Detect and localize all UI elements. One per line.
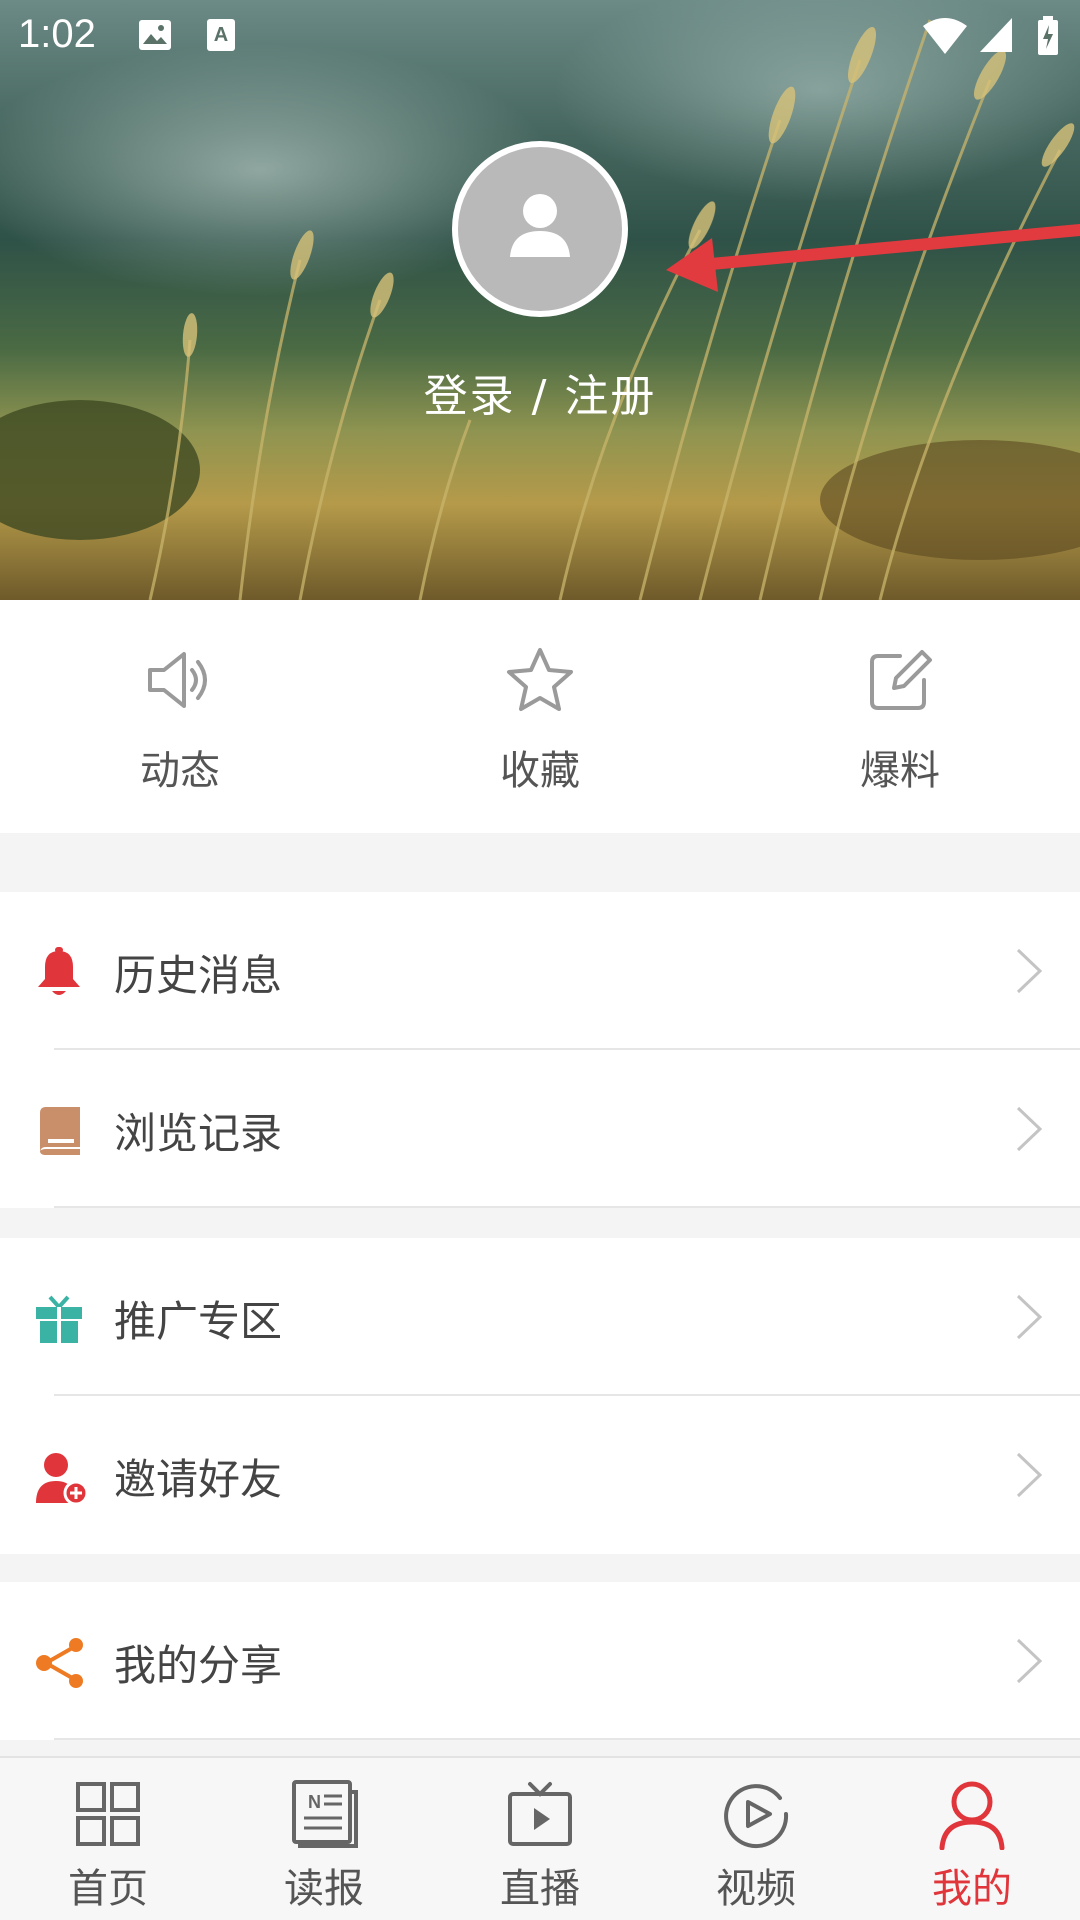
nav-tab-newspaper[interactable]: N 读报 <box>216 1758 432 1920</box>
menu-label: 邀请好友 <box>114 1455 283 1504</box>
nav-tab-live[interactable]: 直播 <box>432 1758 648 1920</box>
menu-item-browse-history[interactable]: 浏览记录 <box>0 1050 1080 1208</box>
menu-item-history-messages[interactable]: 历史消息 <box>0 892 1080 1050</box>
edit-icon <box>870 650 932 710</box>
menu-item-promotion-zone[interactable]: 推广专区 <box>0 1238 1080 1396</box>
speaker-icon <box>148 652 207 708</box>
nav-tab-video[interactable]: 视频 <box>648 1758 864 1920</box>
nav-label: 首页 <box>68 1866 148 1912</box>
nav-tab-home[interactable]: 首页 <box>0 1758 216 1920</box>
quick-action-label: 动态 <box>140 748 220 794</box>
grid-icon <box>76 1782 140 1846</box>
bell-icon <box>38 947 80 995</box>
book-icon <box>40 1107 80 1155</box>
menu-label: 我的分享 <box>114 1641 283 1690</box>
chevron-right-icon <box>1016 1106 1043 1152</box>
quick-actions: 动态 收藏 爆料 <box>0 600 1080 833</box>
nav-label: 读报 <box>284 1866 364 1912</box>
nav-tab-mine[interactable]: 我的 <box>864 1758 1080 1920</box>
menu-label: 推广专区 <box>114 1297 283 1346</box>
quick-action-report[interactable]: 爆料 <box>720 600 1080 833</box>
quick-action-favorites[interactable]: 收藏 <box>360 600 720 833</box>
nav-label: 直播 <box>500 1866 580 1912</box>
nav-label: 视频 <box>716 1866 796 1912</box>
svg-text:N: N <box>308 1792 321 1812</box>
star-icon <box>507 648 573 711</box>
newspaper-icon: N <box>292 1780 358 1848</box>
menu-label: 历史消息 <box>114 951 283 1000</box>
chevron-right-icon <box>1016 948 1043 994</box>
menu-group-messages: 历史消息 浏览记录 <box>0 892 1080 1208</box>
divider <box>54 1738 1080 1740</box>
nav-label: 我的 <box>932 1866 1012 1912</box>
chevron-right-icon <box>1016 1638 1043 1684</box>
login-register-link[interactable]: 登录 / 注册 <box>0 360 1080 424</box>
quick-action-activity[interactable]: 动态 <box>0 600 360 833</box>
share-icon <box>36 1638 83 1688</box>
divider <box>54 1206 1080 1208</box>
menu-group-promotion: 推广专区 邀请好友 <box>0 1238 1080 1554</box>
person-icon <box>939 1781 1005 1850</box>
gift-icon <box>36 1295 82 1343</box>
bottom-navigation: 首页 N 读报 直播 视频 我的 <box>0 1756 1080 1920</box>
add-user-icon <box>36 1453 89 1506</box>
play-circle-icon <box>724 1784 789 1849</box>
quick-action-label: 爆料 <box>860 748 940 794</box>
menu-item-invite-friends[interactable]: 邀请好友 <box>0 1396 1080 1554</box>
tv-icon <box>508 1782 572 1846</box>
chevron-right-icon <box>1016 1452 1043 1498</box>
menu-item-my-share[interactable]: 我的分享 <box>0 1582 1080 1740</box>
menu-group-share: 我的分享 <box>0 1582 1080 1740</box>
quick-action-label: 收藏 <box>500 748 580 794</box>
chevron-right-icon <box>1016 1294 1043 1340</box>
menu-label: 浏览记录 <box>114 1109 283 1158</box>
annotation-arrow <box>666 224 1080 292</box>
